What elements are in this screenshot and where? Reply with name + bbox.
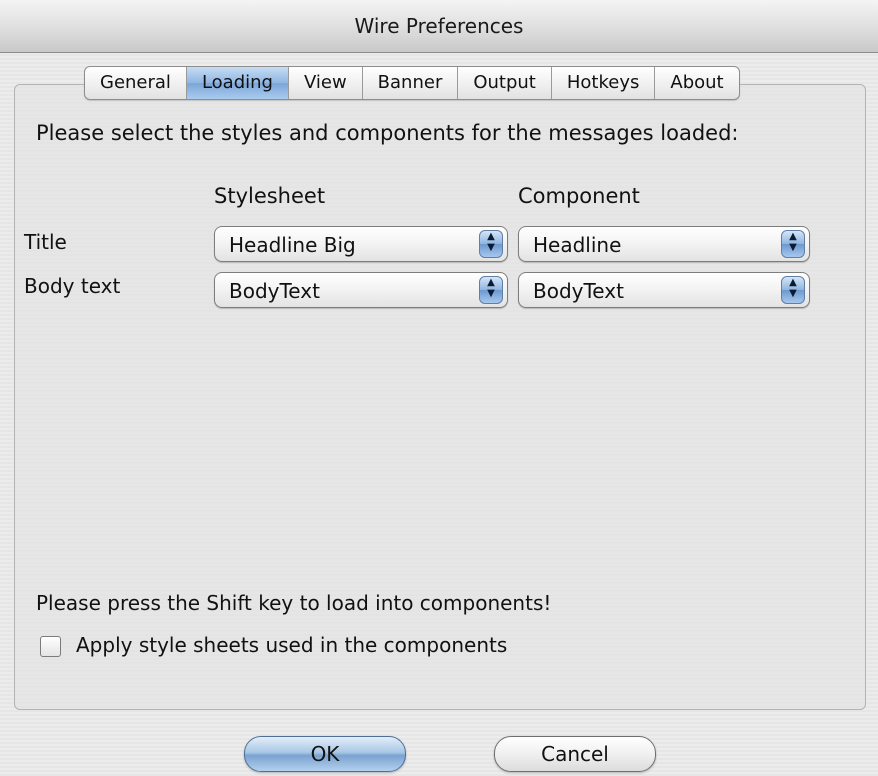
tab-strip: General Loading View Banner Output Hotke… xyxy=(84,66,740,100)
body-stylesheet-value: BodyText xyxy=(229,279,320,303)
tab-loading[interactable]: Loading xyxy=(186,67,289,99)
updown-arrows-icon: ▲ ▼ xyxy=(479,230,503,258)
title-bar: Wire Preferences xyxy=(0,0,878,53)
body-component-value: BodyText xyxy=(533,279,624,303)
intro-text: Please select the styles and components … xyxy=(36,121,739,145)
title-row-label: Title xyxy=(24,230,67,254)
stylesheet-column-header: Stylesheet xyxy=(214,184,326,208)
tab-panel xyxy=(14,84,866,710)
updown-arrows-icon: ▲ ▼ xyxy=(479,276,503,304)
updown-arrows-icon: ▲ ▼ xyxy=(781,276,805,304)
window-title: Wire Preferences xyxy=(354,14,524,38)
shift-key-note: Please press the Shift key to load into … xyxy=(36,591,552,615)
tab-view[interactable]: View xyxy=(289,67,363,99)
title-component-select[interactable]: Headline ▲ ▼ xyxy=(518,226,810,262)
tab-output[interactable]: Output xyxy=(458,67,552,99)
body-text-row-label: Body text xyxy=(24,274,121,298)
updown-arrows-icon: ▲ ▼ xyxy=(781,230,805,258)
tab-banner[interactable]: Banner xyxy=(363,67,459,99)
tab-about[interactable]: About xyxy=(655,67,738,99)
cancel-button[interactable]: Cancel xyxy=(494,736,656,772)
ok-button[interactable]: OK xyxy=(244,736,406,772)
tab-general[interactable]: General xyxy=(85,67,187,99)
body-stylesheet-select[interactable]: BodyText ▲ ▼ xyxy=(214,272,508,308)
tab-hotkeys[interactable]: Hotkeys xyxy=(552,67,656,99)
apply-stylesheets-label[interactable]: Apply style sheets used in the component… xyxy=(76,633,507,657)
component-column-header: Component xyxy=(518,184,640,208)
body-component-select[interactable]: BodyText ▲ ▼ xyxy=(518,272,810,308)
apply-stylesheets-checkbox[interactable] xyxy=(40,636,61,657)
title-stylesheet-select[interactable]: Headline Big ▲ ▼ xyxy=(214,226,508,262)
title-stylesheet-value: Headline Big xyxy=(229,233,356,257)
title-component-value: Headline xyxy=(533,233,622,257)
